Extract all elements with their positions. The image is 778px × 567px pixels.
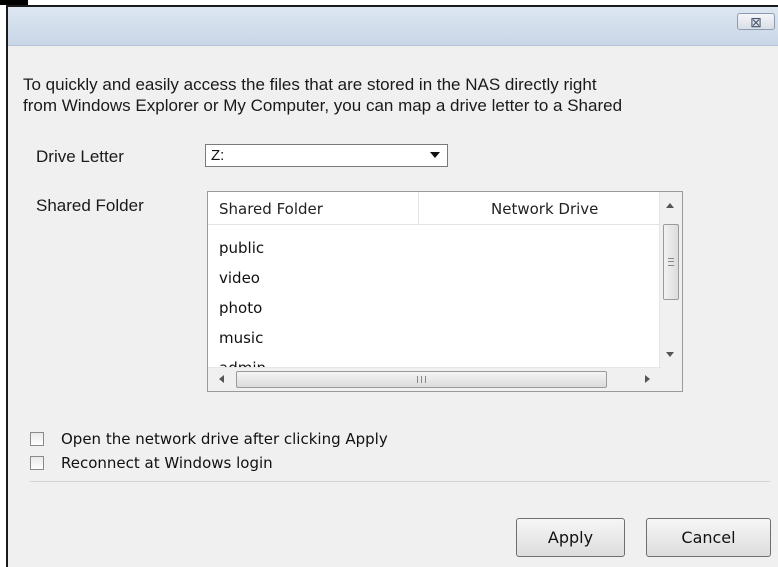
chevron-down-icon xyxy=(430,152,440,158)
list-item[interactable]: music xyxy=(219,329,263,347)
title-bar: ⊠ xyxy=(8,7,778,46)
open-after-apply-option[interactable]: Open the network drive after clicking Ap… xyxy=(30,430,388,448)
drive-letter-dropdown[interactable]: Z: xyxy=(205,144,448,167)
column-header-shared-folder[interactable]: Shared Folder xyxy=(208,192,419,224)
intro-line-2: from Windows Explorer or My Computer, yo… xyxy=(23,96,623,115)
scroll-left-arrow-icon[interactable] xyxy=(219,375,224,383)
reconnect-at-login-option[interactable]: Reconnect at Windows login xyxy=(30,454,273,472)
horizontal-scroll-thumb[interactable] xyxy=(236,371,607,388)
close-icon: ⊠ xyxy=(750,13,762,30)
close-button[interactable]: ⊠ xyxy=(737,13,775,30)
open-after-apply-label: Open the network drive after clicking Ap… xyxy=(61,430,388,448)
shared-folder-label: Shared Folder xyxy=(36,196,144,215)
list-item[interactable]: photo xyxy=(219,299,262,317)
divider xyxy=(30,481,770,482)
reconnect-at-login-label: Reconnect at Windows login xyxy=(61,454,273,472)
scroll-right-arrow-icon[interactable] xyxy=(645,375,650,383)
horizontal-scrollbar[interactable] xyxy=(208,367,661,391)
drive-letter-value: Z: xyxy=(211,147,225,164)
apply-button[interactable]: Apply xyxy=(516,518,625,557)
scroll-up-arrow-icon[interactable] xyxy=(666,203,674,208)
column-header-shared-folder-label: Shared Folder xyxy=(219,200,323,218)
reconnect-at-login-checkbox[interactable] xyxy=(30,456,44,470)
open-after-apply-checkbox[interactable] xyxy=(30,432,44,446)
vertical-scrollbar[interactable] xyxy=(659,192,682,369)
scroll-down-arrow-icon[interactable] xyxy=(666,352,674,357)
cancel-button[interactable]: Cancel xyxy=(646,518,771,557)
scrollbar-corner xyxy=(660,368,682,391)
vertical-scroll-thumb[interactable] xyxy=(663,224,679,300)
grip-icon xyxy=(668,258,674,266)
intro-text: To quickly and easily access the files t… xyxy=(23,74,768,116)
list-header: Shared Folder Network Drive xyxy=(208,192,660,225)
list-item[interactable]: video xyxy=(219,269,260,287)
grip-icon xyxy=(417,376,426,383)
shared-folder-list[interactable]: Shared Folder Network Drive public video… xyxy=(207,191,683,392)
intro-line-1: To quickly and easily access the files t… xyxy=(23,75,597,94)
column-header-network-drive-label: Network Drive xyxy=(491,200,599,218)
list-item[interactable]: public xyxy=(219,239,264,257)
drive-letter-label: Drive Letter xyxy=(36,147,124,166)
